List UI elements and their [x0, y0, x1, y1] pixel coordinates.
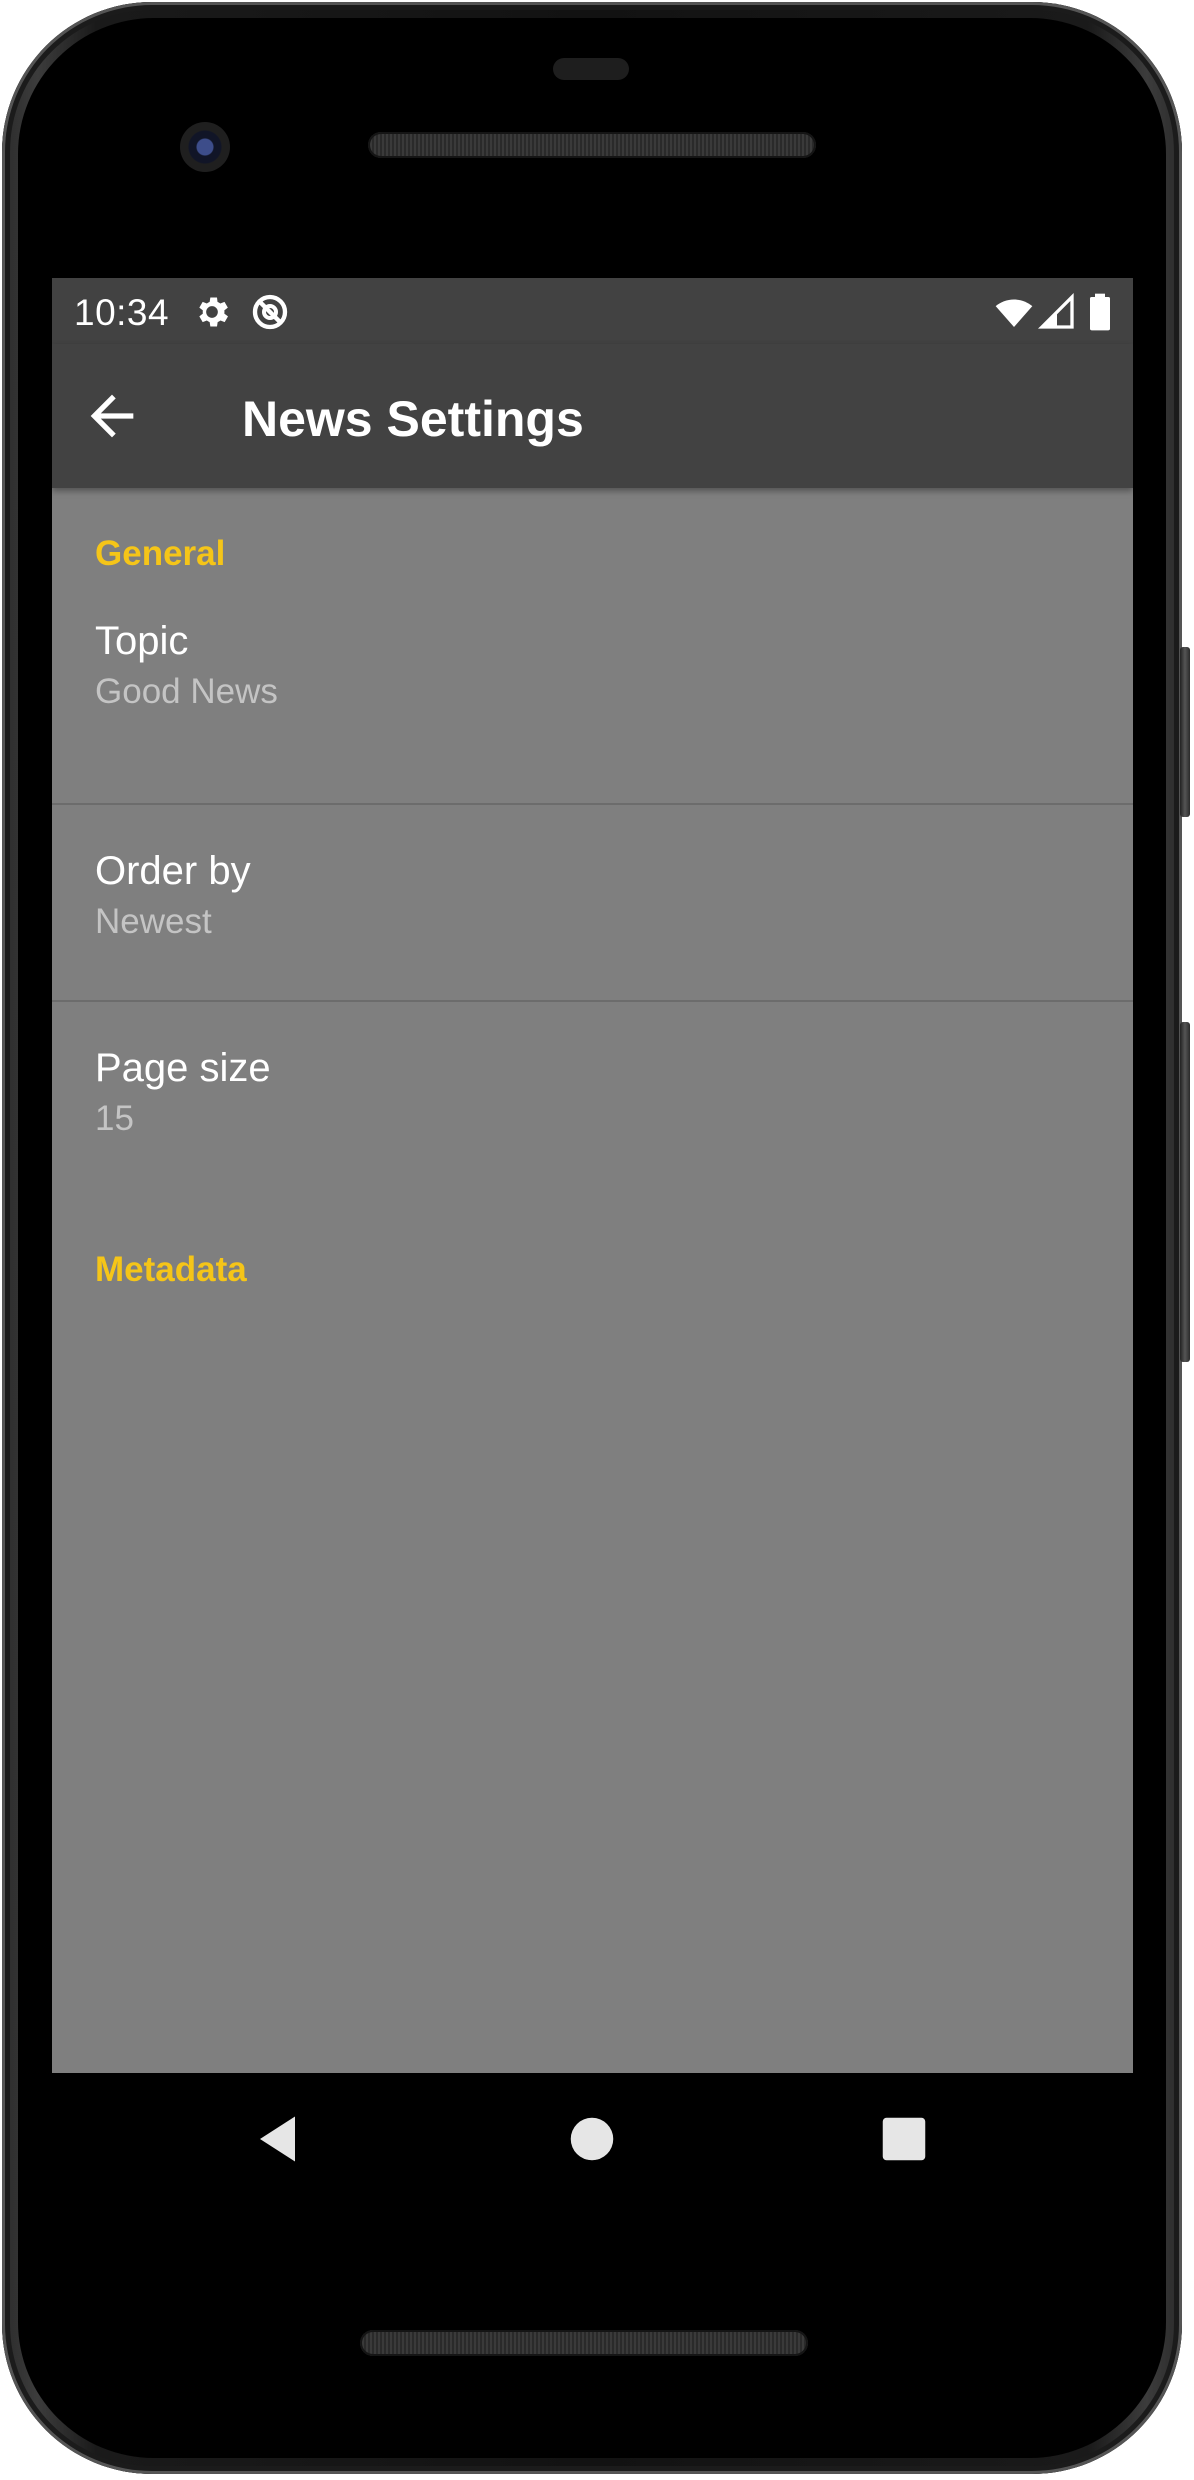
device-frame: 10:34 News Settings General Topic Good N…	[0, 0, 1194, 2480]
volume-button[interactable]	[1180, 1022, 1190, 1362]
signal-icon	[1037, 292, 1077, 332]
back-button[interactable]	[80, 384, 144, 448]
status-time: 10:34	[74, 292, 170, 333]
nav-home-button[interactable]	[562, 2109, 622, 2169]
back-triangle-icon	[260, 2116, 295, 2162]
recents-square-icon	[882, 2117, 926, 2161]
pref-page-size[interactable]: Page size 15	[52, 1002, 1133, 1162]
nav-back-button[interactable]	[250, 2109, 310, 2169]
pref-topic-summary: Good News	[95, 672, 278, 711]
page-title: News Settings	[242, 391, 584, 447]
battery-icon	[1086, 292, 1114, 332]
proximity-sensor	[553, 58, 629, 80]
navigation-bar	[52, 2073, 1133, 2199]
no-sync-icon	[250, 292, 290, 332]
wifi-icon	[992, 292, 1036, 332]
top-speaker-grille	[368, 132, 816, 158]
category-metadata: Metadata	[95, 1250, 247, 1289]
settings-list: General Topic Good News Order by Newest …	[52, 488, 1133, 1295]
arrow-left-icon	[90, 394, 134, 438]
front-camera	[180, 122, 230, 172]
category-general: General	[95, 534, 226, 573]
pref-page-size-summary: 15	[95, 1099, 134, 1138]
app-bar: News Settings	[52, 344, 1133, 488]
home-circle-icon	[570, 2117, 614, 2161]
pref-order-by-summary: Newest	[95, 902, 212, 941]
power-button[interactable]	[1180, 647, 1190, 817]
pref-topic-title: Topic	[95, 619, 189, 663]
pref-order-by[interactable]: Order by Newest	[52, 805, 1133, 1000]
screen: 10:34 News Settings General Topic Good N…	[52, 278, 1133, 2073]
pref-topic[interactable]: Topic Good News	[52, 579, 1133, 803]
pref-order-by-title: Order by	[95, 849, 251, 893]
status-bar: 10:34	[52, 278, 1133, 344]
pref-page-size-title: Page size	[95, 1046, 271, 1090]
gear-icon	[192, 292, 232, 332]
bottom-speaker-grille	[360, 2330, 808, 2356]
nav-recents-button[interactable]	[874, 2109, 934, 2169]
